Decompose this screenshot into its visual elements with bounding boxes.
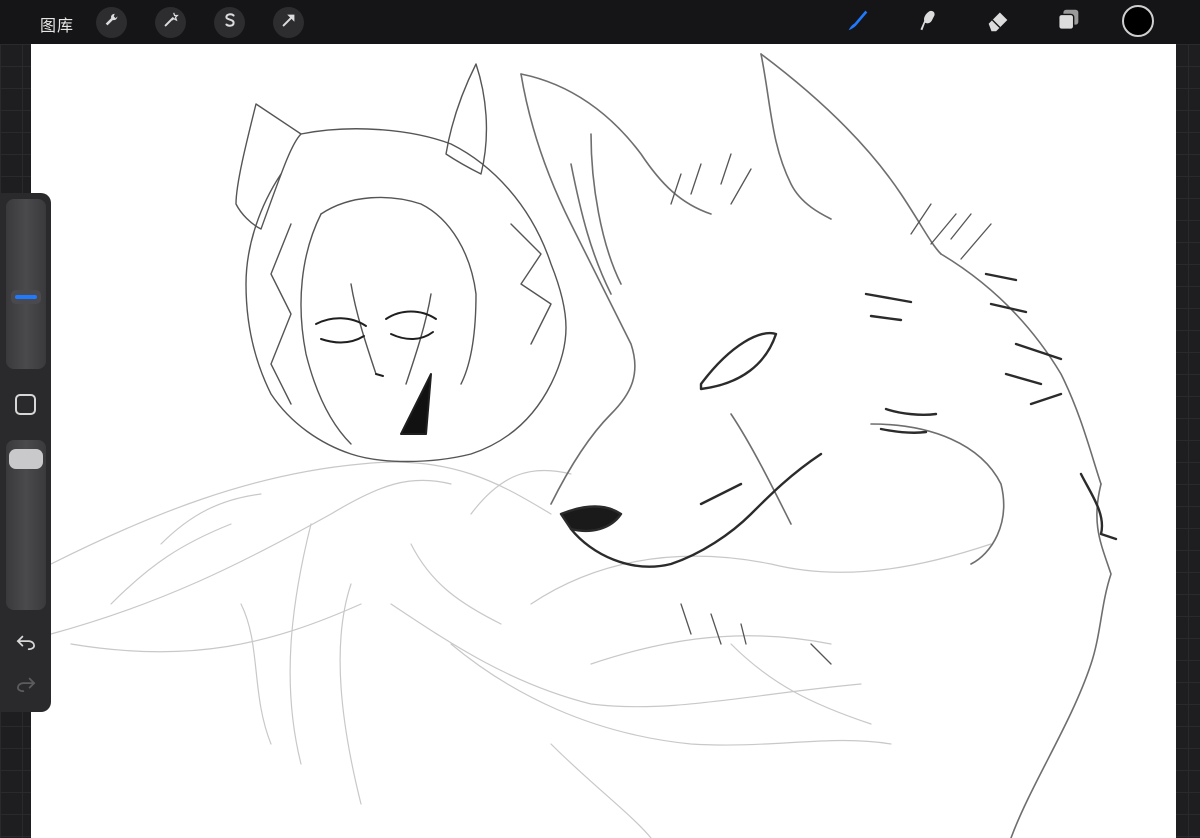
opacity-slider[interactable] (6, 440, 46, 610)
undo-icon (15, 633, 37, 656)
left-sidebar (0, 193, 51, 712)
undo-button[interactable] (13, 633, 39, 655)
brush-size-thumb[interactable] (11, 290, 41, 304)
smudge-tool-button[interactable] (912, 7, 942, 37)
top-toolbar: 图库 (0, 0, 1200, 44)
redo-icon (15, 675, 37, 698)
layers-icon (1055, 6, 1083, 39)
selection-s-icon (221, 11, 239, 34)
drawing-canvas[interactable] (31, 44, 1176, 838)
redo-button[interactable] (13, 675, 39, 697)
eraser-icon (984, 6, 1012, 39)
brush-size-slider[interactable] (6, 199, 46, 369)
opacity-thumb[interactable] (9, 449, 43, 469)
actions-button[interactable] (96, 7, 127, 38)
brush-tool-button[interactable] (842, 7, 872, 37)
eraser-tool-button[interactable] (983, 7, 1013, 37)
sketch-artwork (50, 53, 1118, 838)
layers-button[interactable] (1054, 7, 1084, 37)
wrench-icon (103, 11, 121, 34)
gallery-button[interactable]: 图库 (40, 12, 74, 36)
modify-button[interactable] (15, 394, 36, 415)
selection-button[interactable] (214, 7, 245, 38)
magic-wand-icon (162, 11, 180, 34)
arrow-icon (280, 11, 298, 34)
brush-icon (843, 6, 871, 39)
transform-button[interactable] (273, 7, 304, 38)
adjustments-button[interactable] (155, 7, 186, 38)
smudge-icon (913, 6, 941, 39)
color-picker-button[interactable] (1122, 5, 1154, 37)
